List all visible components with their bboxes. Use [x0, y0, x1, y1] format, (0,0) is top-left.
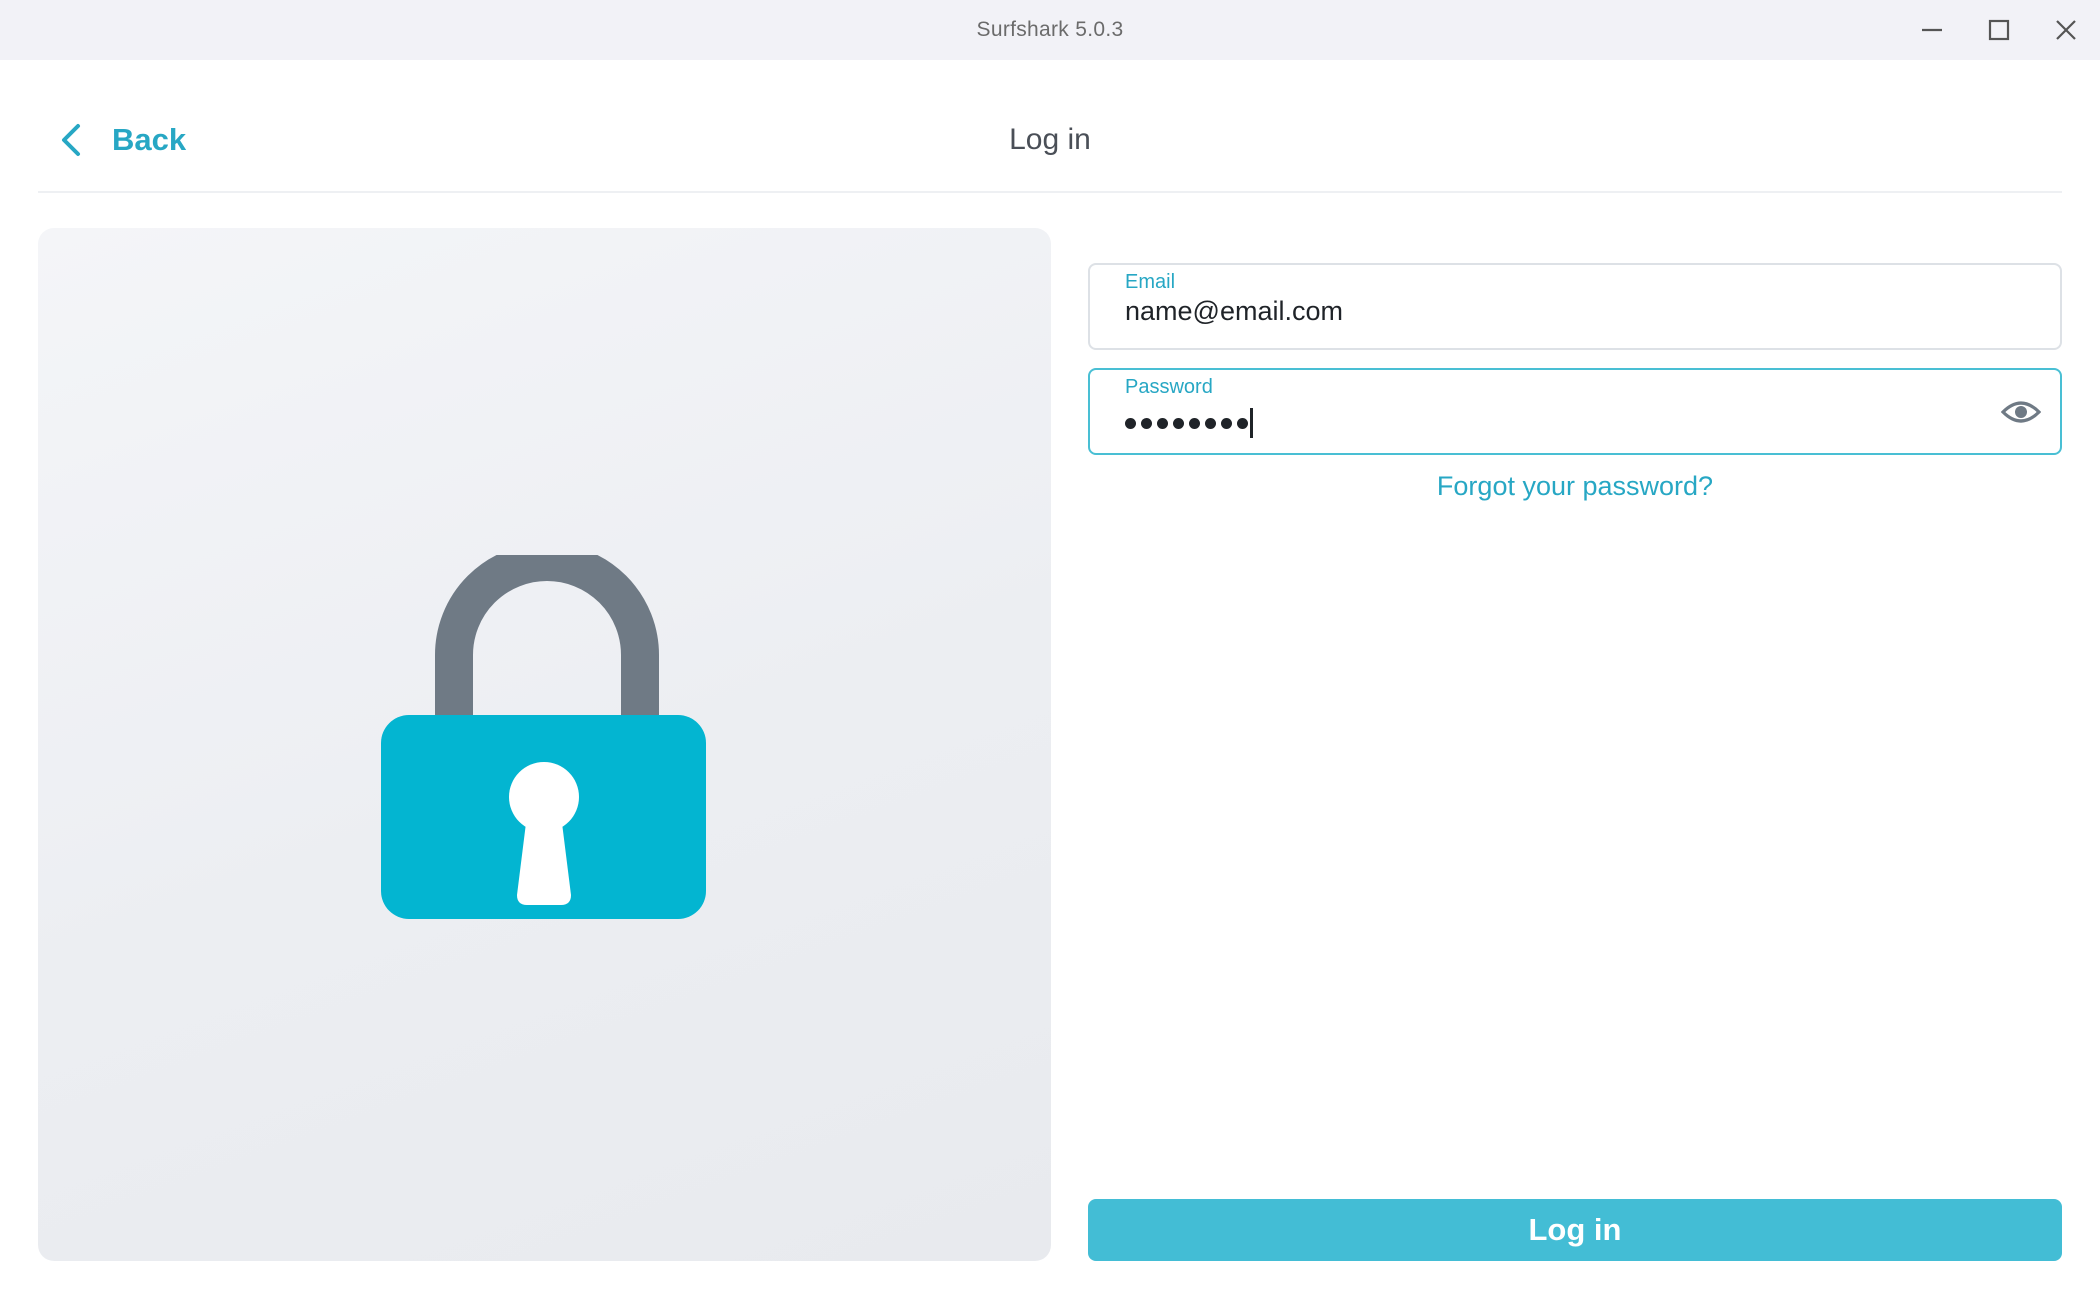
email-input[interactable] — [1125, 293, 1985, 329]
password-dot — [1189, 417, 1200, 429]
close-button[interactable] — [2036, 0, 2096, 60]
padlock-icon — [381, 555, 706, 919]
minimize-icon — [1922, 28, 1942, 32]
password-dot — [1221, 417, 1232, 429]
password-dot — [1237, 417, 1248, 429]
show-password-button[interactable] — [1996, 392, 2046, 432]
password-label: Password — [1125, 376, 1213, 398]
password-dot — [1157, 417, 1168, 429]
minimize-button[interactable] — [1902, 0, 1962, 60]
title-bar: Surfshark 5.0.3 — [0, 0, 2100, 60]
close-icon — [2056, 20, 2076, 40]
password-field[interactable]: Password — [1088, 368, 2062, 455]
maximize-icon — [1988, 19, 2010, 41]
password-dot — [1173, 417, 1184, 429]
password-dot — [1205, 417, 1216, 429]
page-header: Back Log in — [38, 60, 2062, 193]
email-field[interactable]: Email — [1088, 263, 2062, 350]
page-title: Log in — [1009, 123, 1091, 156]
text-caret — [1250, 408, 1253, 438]
password-input[interactable] — [1125, 408, 1253, 438]
maximize-button[interactable] — [1969, 0, 2029, 60]
password-dot — [1125, 417, 1136, 429]
email-label: Email — [1125, 271, 1176, 293]
eye-icon — [2001, 401, 2041, 423]
password-dot — [1141, 417, 1152, 429]
login-button[interactable]: Log in — [1088, 1199, 2062, 1261]
forgot-password-link[interactable]: Forgot your password? — [1088, 468, 2062, 504]
window-title: Surfshark 5.0.3 — [976, 18, 1124, 41]
illustration-panel — [38, 228, 1051, 1261]
